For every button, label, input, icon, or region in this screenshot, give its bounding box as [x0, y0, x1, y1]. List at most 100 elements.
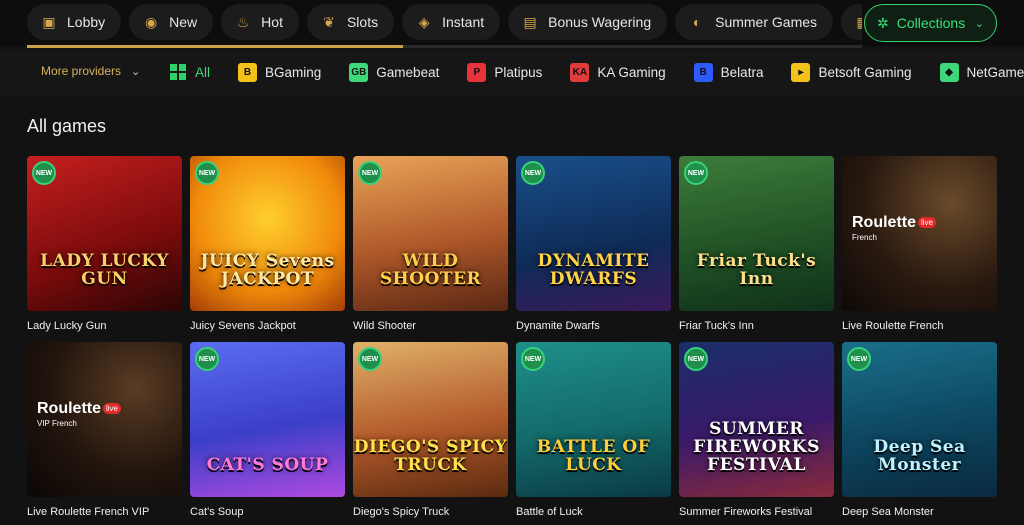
game-card[interactable]: Roulette live VIP French Live Roulette Fren… [27, 342, 182, 518]
new-badge: NEW [195, 161, 219, 185]
collections-icon: ✲ [877, 14, 889, 31]
game-thumbnail[interactable]: BATTLE OF LUCK NEW [516, 342, 671, 497]
provider-bgaming[interactable]: B BGaming [238, 62, 322, 82]
new-badge: NEW [847, 347, 871, 371]
game-title[interactable]: Summer Fireworks Festival [679, 506, 834, 518]
games-grid: LADY LUCKY GUN NEW Lady Lucky Gun JUICY Sev… [27, 156, 997, 518]
summer-icon: ◐ [692, 14, 702, 30]
provider-ka-gaming[interactable]: KA KA Gaming [570, 62, 666, 82]
live-badge: live [918, 217, 937, 229]
game-thumbnail[interactable]: CAT'S SOUP NEW [190, 342, 345, 497]
provider-label: Betsoft Gaming [818, 64, 912, 80]
tab-label: Instant [442, 14, 485, 30]
ka-gaming-logo-icon: KA [570, 62, 590, 82]
provider-all[interactable]: All [168, 63, 210, 82]
new-badge: NEW [358, 161, 382, 185]
game-title[interactable]: Lady Lucky Gun [27, 320, 182, 332]
game-thumbnail[interactable]: Roulette live French [842, 156, 997, 311]
chevron-down-icon: ⌄ [131, 65, 141, 78]
flame-icon: ♨ [236, 13, 250, 30]
new-icon: ◉ [145, 13, 158, 30]
collections-label: Collections [896, 15, 966, 31]
game-title[interactable]: Dynamite Dwarfs [516, 320, 671, 332]
tab-bonus-wagering[interactable]: ▤ Bonus Wagering [508, 4, 668, 40]
tab-label: Summer Games [715, 14, 818, 30]
tab-lobby[interactable]: ▣ Lobby [27, 4, 122, 40]
tab-label: Bonus Wagering [548, 14, 652, 30]
game-thumbnail[interactable]: JUICY Sevens JACKPOT NEW [190, 156, 345, 311]
game-thumbnail[interactable]: Roulette live VIP French [27, 342, 182, 497]
roulette-brand: Roulette [37, 400, 101, 417]
game-card[interactable]: CAT'S SOUP NEW Cat's Soup [190, 342, 345, 518]
tab-instant[interactable]: ◈ Instant [402, 4, 501, 40]
new-badge: NEW [358, 347, 382, 371]
category-bar: ▣ Lobby ◉ New ♨ Hot ❦ Slots ◈ Instant ▤ Bonus Wager… [0, 0, 1024, 48]
tab-summer-games[interactable]: ◐ Summer Games [675, 4, 834, 40]
game-thumbnail[interactable]: DIEGO'S SPICY TRUCK NEW [353, 342, 508, 497]
provider-bar: More providers ⌄ All B BGaming GB Gamebeat P P… [0, 50, 1024, 96]
instant-icon: ◈ [418, 13, 430, 30]
tab-bonus-b[interactable]: ▦Bonus B [841, 4, 862, 40]
cherry-icon: ❦ [323, 13, 335, 30]
game-title[interactable]: Live Roulette French VIP [27, 506, 182, 518]
provider-label: Platipus [494, 64, 543, 80]
provider-list: All B BGaming GB Gamebeat P Platipus KA KA Gamin… [168, 58, 1024, 86]
game-title[interactable]: Diego's Spicy Truck [353, 506, 508, 518]
category-scroll-thumb[interactable] [27, 45, 403, 48]
belatra-logo-icon: B [693, 62, 713, 82]
provider-belatra[interactable]: B Belatra [693, 62, 763, 82]
roulette-logo: Roulette live French [852, 214, 937, 242]
game-title[interactable]: Cat's Soup [190, 506, 345, 518]
tab-slots[interactable]: ❦ Slots [306, 4, 395, 40]
game-thumbnail[interactable]: WILD SHOOTER NEW [353, 156, 508, 311]
more-providers-button[interactable]: More providers ⌄ [41, 64, 140, 78]
tab-label: Hot [261, 14, 283, 30]
roulette-brand: Roulette [852, 214, 916, 231]
betsoft-logo-icon: ▸ [791, 62, 811, 82]
roulette-logo: Roulette live VIP French [37, 400, 122, 428]
game-card[interactable]: DYNAMITE DWARFS NEW Dynamite Dwarfs [516, 156, 671, 332]
provider-netgame[interactable]: ◆ NetGame [939, 62, 1024, 82]
collections-button[interactable]: ✲ Collections ⌄ [864, 4, 997, 42]
category-scroll-track[interactable] [27, 45, 862, 48]
game-card[interactable]: BATTLE OF LUCK NEW Battle of Luck [516, 342, 671, 518]
game-card[interactable]: JUICY Sevens JACKPOT NEW Juicy Sevens Jack… [190, 156, 345, 332]
game-card[interactable]: Roulette live French Live Roulette French [842, 156, 997, 332]
game-title[interactable]: Live Roulette French [842, 320, 997, 332]
roulette-variant: VIP French [37, 419, 77, 428]
game-card[interactable]: SUMMER FIREWORKS FESTIVAL NEW Summer Firew… [679, 342, 834, 518]
game-card[interactable]: Friar Tuck's Inn NEW Friar Tuck's Inn [679, 156, 834, 332]
game-title[interactable]: Friar Tuck's Inn [679, 320, 834, 332]
provider-label: All [195, 64, 211, 80]
netgame-logo-icon: ◆ [939, 62, 959, 82]
provider-label: Gamebeat [376, 64, 440, 80]
game-thumbnail[interactable]: SUMMER FIREWORKS FESTIVAL NEW [679, 342, 834, 497]
game-card[interactable]: LADY LUCKY GUN NEW Lady Lucky Gun [27, 156, 182, 332]
roulette-variant: French [852, 233, 877, 242]
provider-betsoft-gaming[interactable]: ▸ Betsoft Gaming [791, 62, 912, 82]
game-card[interactable]: WILD SHOOTER NEW Wild Shooter [353, 156, 508, 332]
chevron-down-icon: ⌄ [974, 17, 984, 30]
provider-label: BGaming [265, 64, 322, 80]
provider-label: NetGame [966, 64, 1024, 80]
new-badge: NEW [521, 347, 545, 371]
provider-gamebeat[interactable]: GB Gamebeat [349, 62, 440, 82]
game-thumbnail[interactable]: LADY LUCKY GUN NEW [27, 156, 182, 311]
tab-new[interactable]: ◉ New [129, 4, 214, 40]
provider-platipus[interactable]: P Platipus [467, 62, 543, 82]
game-card[interactable]: Deep Sea Monster NEW Deep Sea Monster [842, 342, 997, 518]
new-badge: NEW [32, 161, 56, 185]
game-thumbnail[interactable]: DYNAMITE DWARFS NEW [516, 156, 671, 311]
tab-hot[interactable]: ♨ Hot [221, 4, 299, 40]
game-title[interactable]: Juicy Sevens Jackpot [190, 320, 345, 332]
new-badge: NEW [521, 161, 545, 185]
game-title[interactable]: Wild Shooter [353, 320, 508, 332]
game-title[interactable]: Deep Sea Monster [842, 506, 997, 518]
game-thumbnail[interactable]: Friar Tuck's Inn NEW [679, 156, 834, 311]
game-title[interactable]: Battle of Luck [516, 506, 671, 518]
game-card[interactable]: DIEGO'S SPICY TRUCK NEW Diego's Spicy Truc… [353, 342, 508, 518]
bonus-icon: ▤ [523, 13, 537, 30]
game-thumbnail[interactable]: Deep Sea Monster NEW [842, 342, 997, 497]
gift-icon: ▦ [855, 14, 862, 30]
gamebeat-logo-icon: GB [349, 62, 369, 82]
